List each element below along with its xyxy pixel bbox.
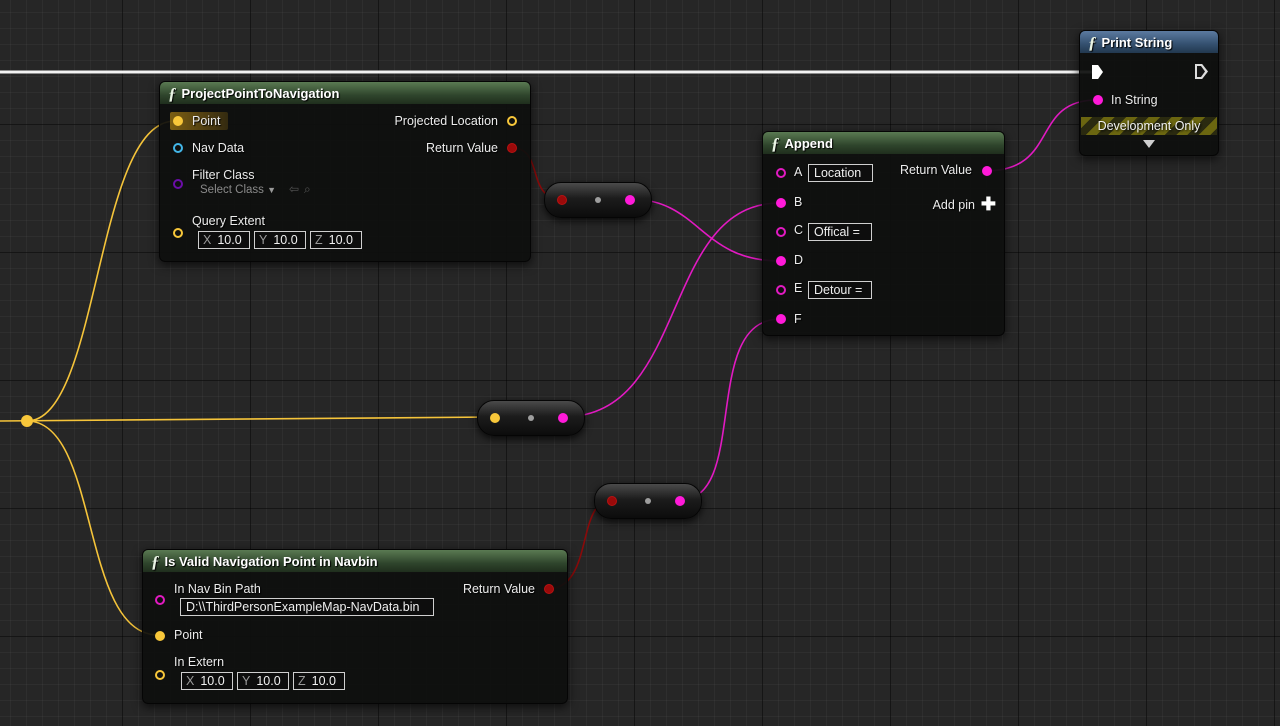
project-return-value-output-pin[interactable] bbox=[507, 143, 517, 153]
string-wire-to-b[interactable] bbox=[562, 202, 781, 418]
query-extent-y-field[interactable]: Y 10.0 bbox=[254, 231, 306, 249]
query-extent-input-pin[interactable] bbox=[173, 228, 183, 238]
string-wire-to-d[interactable] bbox=[629, 198, 781, 262]
dropdown-arrow-icon: ▼ bbox=[267, 185, 277, 195]
conversion-dot bbox=[528, 415, 534, 421]
in-nav-bin-path-label: In Nav Bin Path bbox=[174, 582, 261, 596]
in-extern-input-pin[interactable] bbox=[155, 670, 165, 680]
select-class-label: Select Class bbox=[200, 184, 264, 196]
in-extern-x-field[interactable]: X 10.0 bbox=[181, 672, 233, 690]
projected-location-output-pin[interactable] bbox=[507, 116, 517, 126]
in-string-input-pin[interactable] bbox=[1093, 95, 1103, 105]
conversion-input-pin[interactable] bbox=[607, 496, 617, 506]
valid-point-input-pin[interactable] bbox=[155, 631, 165, 641]
append-e-field[interactable]: Detour = bbox=[808, 281, 872, 299]
bool-to-string-conversion-node-bottom[interactable] bbox=[594, 483, 702, 519]
print-string-node-header[interactable]: ƒ Print String bbox=[1080, 31, 1218, 53]
conversion-dot bbox=[595, 197, 601, 203]
development-only-label: Development Only bbox=[1097, 119, 1201, 133]
point-pin-label: Point bbox=[192, 114, 221, 128]
append-node[interactable]: ƒ Append A Location B C Offical = D E De… bbox=[762, 131, 1005, 336]
in-string-label: In String bbox=[1111, 93, 1158, 107]
string-wire-to-f[interactable] bbox=[679, 318, 781, 501]
append-e-input-pin[interactable] bbox=[776, 285, 786, 295]
vector-wire-to-project-point[interactable] bbox=[26, 120, 176, 422]
append-f-input-pin[interactable] bbox=[776, 314, 786, 324]
append-d-label: D bbox=[794, 253, 804, 267]
use-selected-asset-icon[interactable]: ⇦ bbox=[289, 182, 299, 196]
query-extent-fields: X 10.0 Y 10.0 Z 10.0 bbox=[198, 231, 362, 249]
in-extern-z-field[interactable]: Z 10.0 bbox=[293, 672, 345, 690]
vector-to-string-conversion-node[interactable] bbox=[477, 400, 585, 436]
development-only-banner: Development Only bbox=[1081, 117, 1217, 135]
append-node-title: Append bbox=[784, 135, 833, 151]
append-c-label: C bbox=[794, 223, 804, 237]
in-extern-label: In Extern bbox=[174, 655, 225, 669]
project-return-value-label: Return Value bbox=[425, 141, 498, 155]
append-c-input-pin[interactable] bbox=[776, 227, 786, 237]
filter-class-pin-label: Filter Class bbox=[192, 168, 255, 182]
append-a-input-pin[interactable] bbox=[776, 168, 786, 178]
project-point-to-navigation-node[interactable]: ƒ ProjectPointToNavigation Point Nav Dat… bbox=[159, 81, 531, 262]
vector-wire-to-valid-point[interactable] bbox=[26, 420, 159, 636]
in-extern-fields: X 10.0 Y 10.0 Z 10.0 bbox=[181, 672, 345, 690]
in-extern-y-field[interactable]: Y 10.0 bbox=[237, 672, 289, 690]
conversion-output-pin[interactable] bbox=[558, 413, 568, 423]
append-d-input-pin[interactable] bbox=[776, 256, 786, 266]
valid-return-value-output-pin[interactable] bbox=[544, 584, 554, 594]
append-a-field[interactable]: Location bbox=[808, 164, 873, 182]
append-return-value-output-pin[interactable] bbox=[982, 166, 992, 176]
conversion-output-pin[interactable] bbox=[675, 496, 685, 506]
is-valid-node-title: Is Valid Navigation Point in Navbin bbox=[164, 553, 378, 569]
exec-input-pin[interactable] bbox=[1092, 65, 1103, 79]
function-icon: ƒ bbox=[151, 551, 160, 571]
exec-output-pin[interactable] bbox=[1195, 64, 1208, 79]
filter-class-input-pin[interactable] bbox=[173, 179, 183, 189]
bool-to-string-conversion-node-top[interactable] bbox=[544, 182, 652, 218]
project-node-header[interactable]: ƒ ProjectPointToNavigation bbox=[160, 82, 530, 104]
query-extent-z-field[interactable]: Z 10.0 bbox=[310, 231, 362, 249]
append-b-input-pin[interactable] bbox=[776, 198, 786, 208]
function-icon: ƒ bbox=[1088, 32, 1097, 52]
nav-data-input-pin[interactable] bbox=[173, 143, 183, 153]
point-input-pin[interactable] bbox=[173, 116, 183, 126]
vector-wire-to-reroute[interactable] bbox=[0, 416, 495, 422]
select-class-dropdown[interactable]: Select Class ▼ bbox=[200, 184, 276, 196]
conversion-output-pin[interactable] bbox=[625, 195, 635, 205]
append-return-value-label: Return Value bbox=[899, 163, 972, 177]
append-node-header[interactable]: ƒ Append bbox=[763, 132, 1004, 154]
nav-data-pin-label: Nav Data bbox=[192, 141, 245, 155]
in-nav-bin-path-input-pin[interactable] bbox=[155, 595, 165, 605]
expand-chevron-down-icon[interactable] bbox=[1143, 140, 1155, 148]
valid-point-label: Point bbox=[174, 628, 203, 642]
add-pin-plus-icon[interactable]: ✚ bbox=[981, 195, 996, 213]
function-icon: ƒ bbox=[771, 133, 780, 153]
query-extent-pin-label: Query Extent bbox=[192, 214, 265, 228]
projected-location-pin-label: Projected Location bbox=[394, 114, 498, 128]
valid-return-value-label: Return Value bbox=[462, 582, 535, 596]
wire-knot[interactable] bbox=[21, 415, 33, 427]
append-c-field[interactable]: Offical = bbox=[808, 223, 872, 241]
append-a-label: A bbox=[794, 165, 803, 179]
append-b-label: B bbox=[794, 195, 803, 209]
append-e-label: E bbox=[794, 281, 803, 295]
conversion-input-pin[interactable] bbox=[490, 413, 500, 423]
conversion-dot bbox=[645, 498, 651, 504]
is-valid-navigation-point-node[interactable]: ƒ Is Valid Navigation Point in Navbin In… bbox=[142, 549, 568, 704]
function-icon: ƒ bbox=[168, 83, 177, 103]
append-f-label: F bbox=[794, 312, 802, 326]
project-node-title: ProjectPointToNavigation bbox=[181, 85, 340, 101]
print-string-node[interactable]: ƒ Print String In String Development Onl… bbox=[1079, 30, 1219, 156]
is-valid-node-header[interactable]: ƒ Is Valid Navigation Point in Navbin bbox=[143, 550, 567, 572]
print-string-title: Print String bbox=[1101, 34, 1173, 50]
browse-asset-icon[interactable]: ⌕ bbox=[304, 182, 311, 197]
nav-bin-path-field[interactable]: D:\\ThirdPersonExampleMap-NavData.bin bbox=[180, 598, 434, 616]
conversion-input-pin[interactable] bbox=[557, 195, 567, 205]
query-extent-x-field[interactable]: X 10.0 bbox=[198, 231, 250, 249]
add-pin-label[interactable]: Add pin bbox=[933, 198, 975, 212]
